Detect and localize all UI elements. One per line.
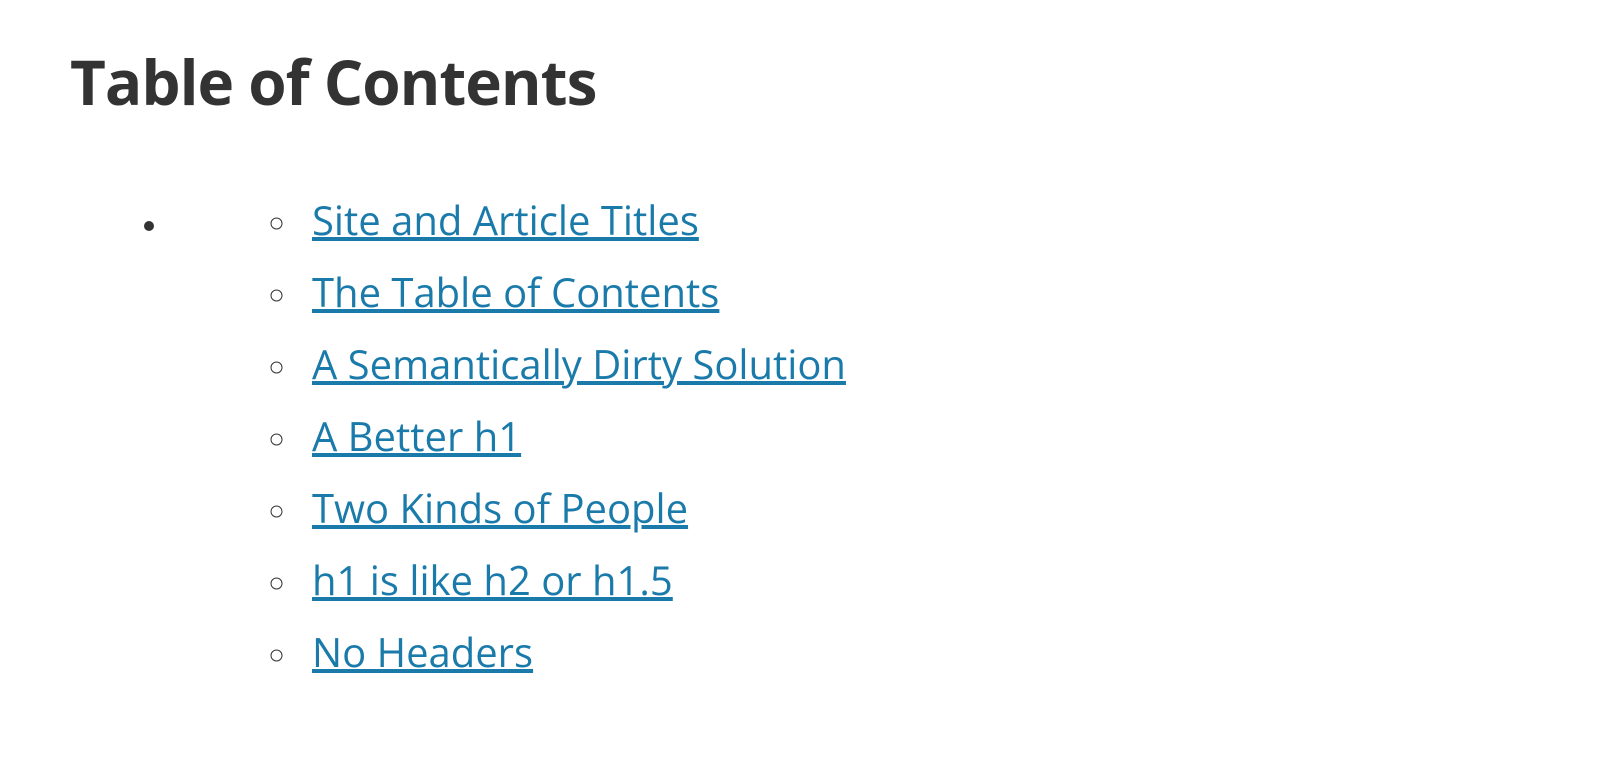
toc-link-h1-is-like-h2-or-h1-5[interactable]: h1 is like h2 or h1.5 bbox=[312, 552, 673, 607]
toc-outer-item: Site and Article Titles The Table of Con… bbox=[170, 184, 1530, 688]
toc-item: No Headers bbox=[300, 616, 1530, 688]
toc-item: Site and Article Titles bbox=[300, 184, 1530, 256]
toc-outer-list: Site and Article Titles The Table of Con… bbox=[170, 184, 1530, 688]
toc-link-two-kinds-of-people[interactable]: Two Kinds of People bbox=[312, 480, 688, 535]
toc-item: h1 is like h2 or h1.5 bbox=[300, 544, 1530, 616]
toc-link-site-and-article-titles[interactable]: Site and Article Titles bbox=[312, 192, 699, 247]
toc-link-the-table-of-contents[interactable]: The Table of Contents bbox=[312, 264, 719, 319]
toc-link-a-semantically-dirty-solution[interactable]: A Semantically Dirty Solution bbox=[312, 336, 846, 391]
toc-heading: Table of Contents bbox=[70, 40, 1530, 124]
toc-item: A Better h1 bbox=[300, 400, 1530, 472]
toc-item: A Semantically Dirty Solution bbox=[300, 328, 1530, 400]
toc-item: Two Kinds of People bbox=[300, 472, 1530, 544]
toc-link-no-headers[interactable]: No Headers bbox=[312, 624, 533, 679]
toc-inner-list: Site and Article Titles The Table of Con… bbox=[300, 184, 1530, 688]
toc-link-a-better-h1[interactable]: A Better h1 bbox=[312, 408, 521, 463]
toc-item: The Table of Contents bbox=[300, 256, 1530, 328]
